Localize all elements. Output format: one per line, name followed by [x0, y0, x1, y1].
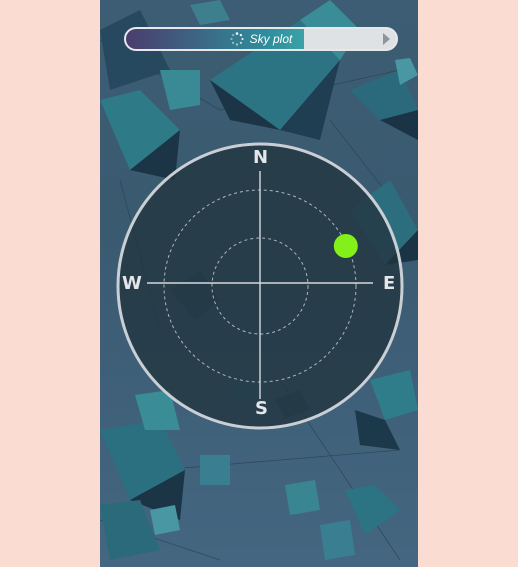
app-screen: Sky plot N S E W	[100, 0, 418, 567]
sky-plot-compass	[116, 142, 404, 430]
satellite-marker[interactable]	[333, 234, 358, 258]
title-bar-content: Sky plot	[126, 29, 396, 49]
compass-south-label: S	[255, 398, 268, 419]
compass-east-label: E	[383, 273, 396, 294]
sky-plot: N S E W	[115, 141, 405, 431]
compass-west-label: W	[122, 273, 142, 294]
sky-plot-title-bar[interactable]: Sky plot	[124, 27, 398, 51]
play-arrow-icon[interactable]	[383, 33, 390, 45]
loading-spinner-icon	[230, 32, 244, 46]
sky-plot-title: Sky plot	[249, 32, 293, 46]
compass-north-label: N	[253, 147, 269, 168]
